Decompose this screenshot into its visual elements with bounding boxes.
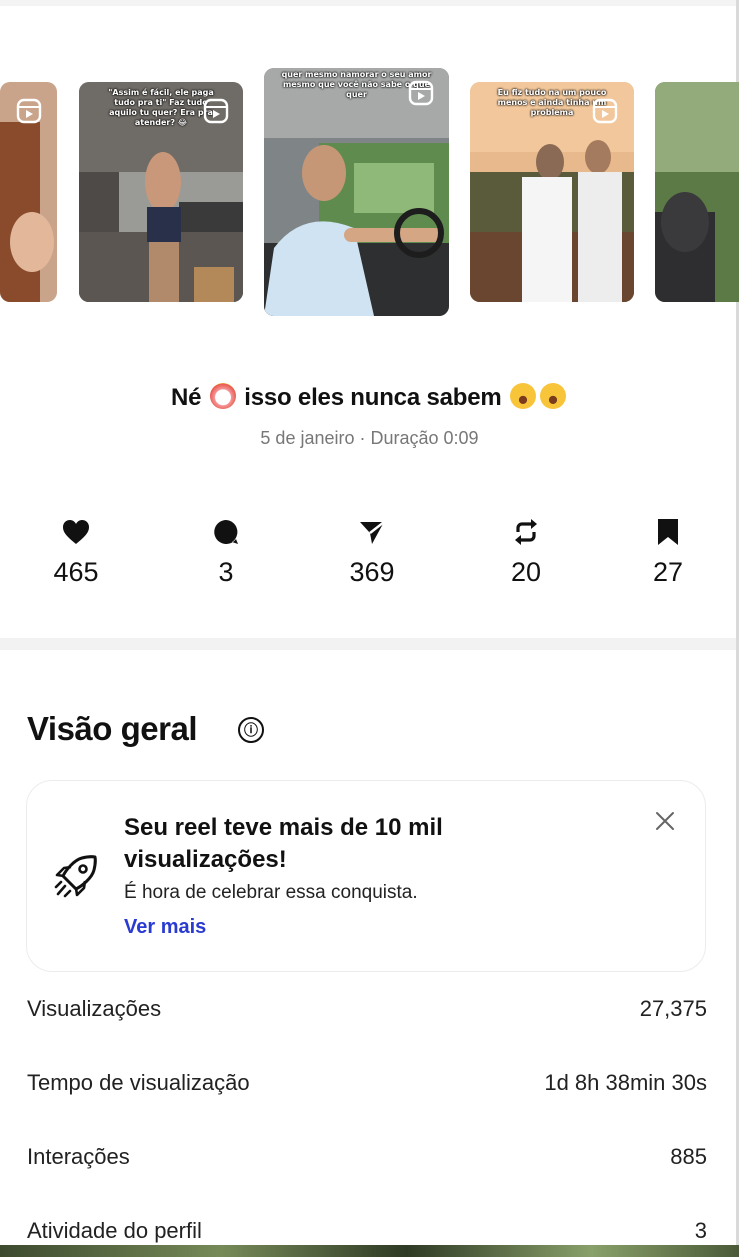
reel-meta: 5 de janeiro · Duração 0:09 (260, 428, 479, 448)
share-icon (360, 521, 385, 544)
reels-icon (408, 80, 434, 106)
saves-count: 27 (652, 557, 684, 587)
reels-icon (592, 98, 618, 124)
milestone-card (26, 780, 706, 972)
card-title: Seu reel teve mais de 10 mil visualizaçõ… (124, 814, 443, 873)
card-subtitle: É hora de celebrar essa conquista. (124, 882, 418, 903)
reel-thumbnail-1[interactable] (0, 82, 57, 302)
metric-label: Interações (27, 1144, 130, 1169)
bookmark-icon (658, 519, 678, 545)
section-divider (0, 638, 736, 650)
repost-icon (515, 519, 537, 545)
metric-value: 1d 8h 38min 30s (544, 1070, 707, 1095)
metric-label: Tempo de visualização (27, 1070, 250, 1095)
metric-label: Visualizações (27, 996, 162, 1021)
reposts-stat: 20 (466, 515, 586, 588)
comments-stat: 3 (166, 515, 286, 588)
caption-text: isso eles nunca sabem (244, 384, 502, 411)
close-icon[interactable] (652, 808, 678, 834)
comments-count: 3 (218, 557, 234, 587)
top-separator (0, 0, 739, 6)
info-icon[interactable]: ⓘ (238, 717, 264, 743)
shares-count: 369 (349, 557, 395, 587)
comment-icon (214, 520, 238, 544)
see-more-link[interactable]: Ver mais (124, 916, 206, 939)
reel-thumbnail-5[interactable] (655, 82, 739, 302)
likes-count: 465 (53, 557, 99, 587)
reposts-count: 20 (510, 557, 542, 587)
metric-value: 885 (670, 1144, 707, 1169)
caption-prefix: Né (171, 384, 202, 411)
laughing-emoji-icon (539, 383, 566, 409)
reel-caption: Né isso eles nunca sabem (0, 383, 739, 412)
background-image-strip (0, 1245, 739, 1257)
reels-icon (203, 98, 229, 124)
metric-label: Atividade do perfil (27, 1218, 202, 1243)
laughing-emoji-icon (509, 383, 536, 409)
clown-emoji-icon (209, 383, 236, 409)
likes-stat: 465 (16, 515, 136, 588)
thumbnail-image (655, 82, 739, 302)
reel-thumbnail-selected[interactable]: quer mesmo namorar o seu amor mesmo que … (264, 68, 449, 316)
reel-thumbnail-2[interactable]: "Assim é fácil, ele paga tudo pra ti" Fa… (79, 82, 243, 302)
metric-value: 27,375 (639, 996, 707, 1021)
rocket-icon (54, 855, 97, 898)
saves-stat: 27 (608, 515, 728, 588)
heart-icon (63, 520, 89, 544)
shares-stat: 369 (312, 515, 432, 588)
overview-title: Visão geral (27, 710, 198, 747)
metric-value: 3 (694, 1218, 707, 1243)
reels-icon (16, 98, 42, 124)
reel-thumbnail-4[interactable]: Eu fiz tudo na um pouco menos e ainda ti… (470, 82, 634, 302)
